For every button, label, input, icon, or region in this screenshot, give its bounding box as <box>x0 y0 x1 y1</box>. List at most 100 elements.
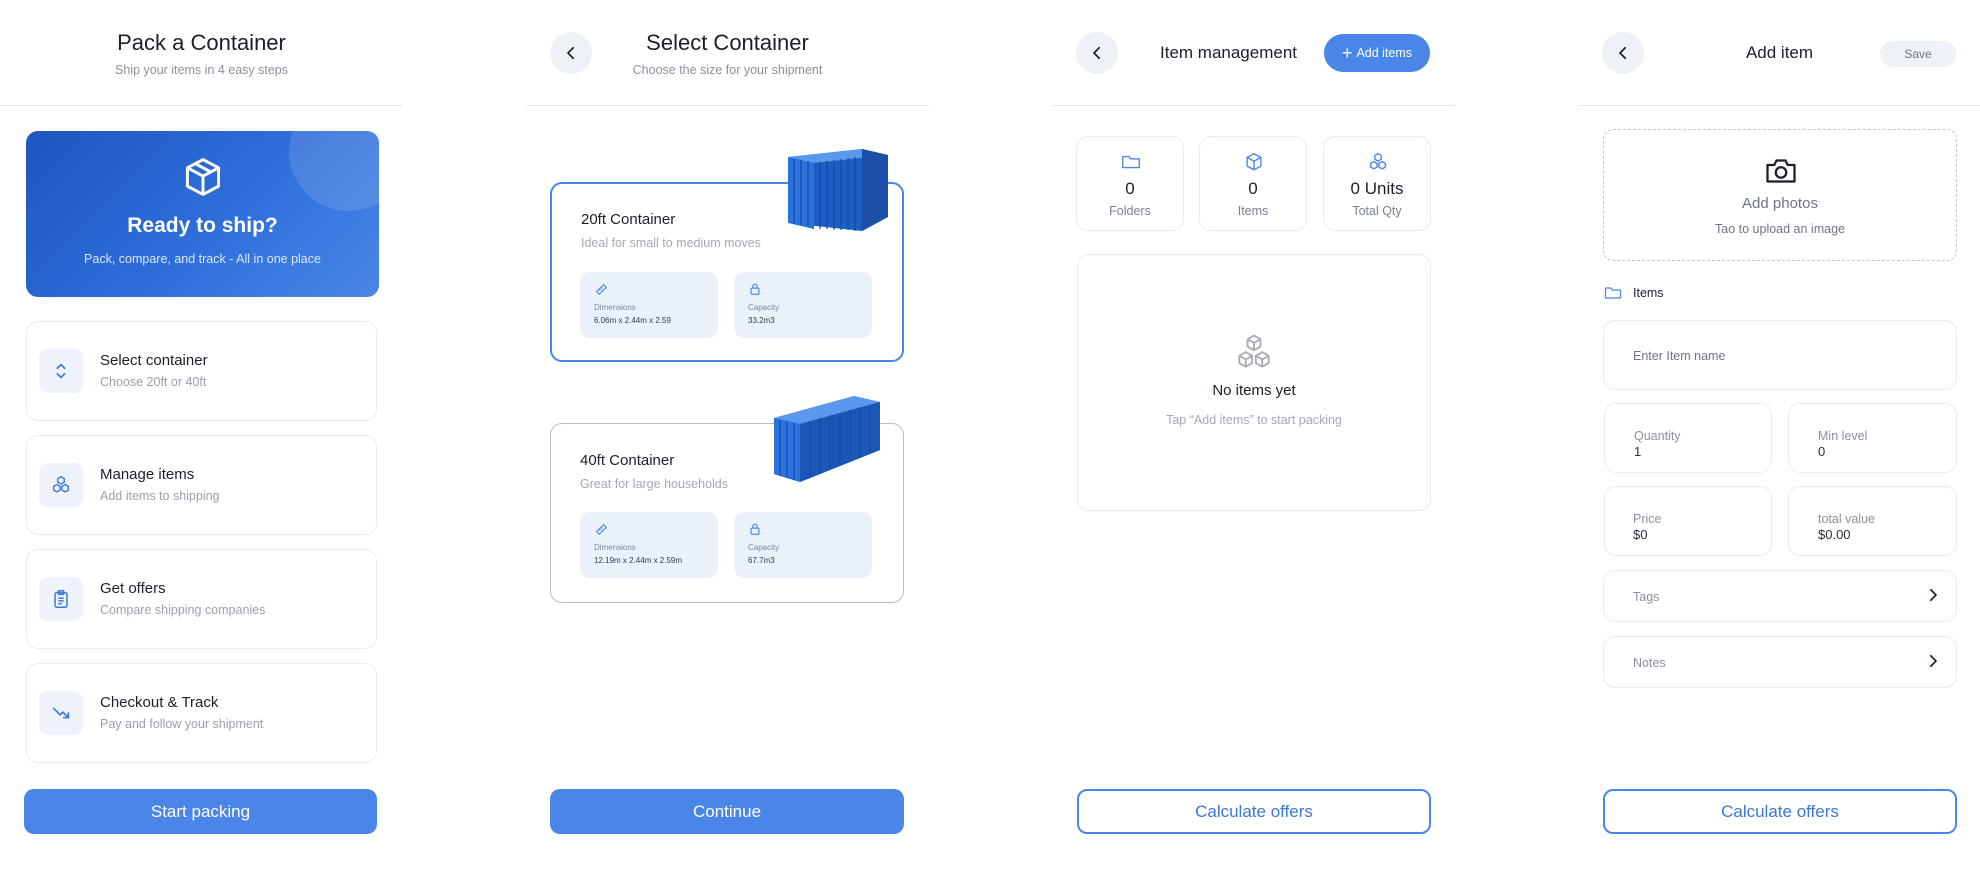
min-level-field[interactable]: Min level 0 <box>1788 403 1957 473</box>
spec-label: Capacity <box>748 543 780 552</box>
calculate-offers-button[interactable]: Calculate offers <box>1077 789 1431 834</box>
stat-items: 0 Items <box>1199 136 1307 231</box>
stat-value: 0 <box>1125 179 1135 198</box>
stat-label: Total Qty <box>1352 204 1402 218</box>
hero-banner: Ready to ship? Pack, compare, and track … <box>26 131 379 297</box>
step-icon-wrap <box>39 691 83 735</box>
upload-subtitle: Tao to upload an image <box>1715 222 1845 236</box>
dimensions-spec: Dimensions 6.06m x 2.44m x 2.59 <box>580 272 718 338</box>
add-items-button[interactable]: + Add items <box>1324 34 1430 72</box>
clipboard-icon <box>54 590 68 608</box>
ruler-icon <box>595 523 608 536</box>
page-title: Item management <box>1160 43 1298 62</box>
spec-label: Dimensions <box>594 543 636 552</box>
step-subtitle: Add items to shipping <box>100 489 220 503</box>
folder-label: Items <box>1633 286 1664 300</box>
camera-icon <box>1766 159 1796 183</box>
screen-pack-container: Pack a Container Ship your items in 4 ea… <box>0 0 403 874</box>
tags-row[interactable]: Tags <box>1603 570 1957 622</box>
total-value-field[interactable]: total value $0.00 <box>1788 486 1957 556</box>
lock-icon <box>750 283 760 295</box>
spec-label: Dimensions <box>594 303 636 312</box>
folder-icon <box>1604 287 1622 299</box>
ruler-icon <box>595 283 608 296</box>
boxes-stack-icon <box>52 476 70 493</box>
step-get-offers[interactable]: Get offers Compare shipping companies <box>26 549 377 649</box>
container-subtitle: Ideal for small to medium moves <box>581 236 761 250</box>
empty-title: No items yet <box>1212 382 1296 399</box>
chevron-right-icon <box>1929 654 1937 668</box>
field-value: $0 <box>1633 527 1648 542</box>
price-field[interactable]: Price $0 <box>1604 486 1772 556</box>
step-icon-wrap <box>39 463 83 507</box>
spec-value: 12.19m x 2.44m x 2.59m <box>594 556 683 565</box>
field-label: Min level <box>1818 429 1868 443</box>
step-manage-items[interactable]: Manage items Add items to shipping <box>26 435 377 535</box>
item-name-placeholder: Enter Item name <box>1633 349 1726 363</box>
empty-subtitle: Tap “Add items” to start packing <box>1166 413 1342 427</box>
page-subtitle: Ship your items in 4 easy steps <box>115 63 288 77</box>
photo-upload-area[interactable]: Add photos Tao to upload an image <box>1603 129 1957 261</box>
boxes-stack-icon <box>1369 153 1387 170</box>
notes-label: Notes <box>1633 656 1666 670</box>
field-value: $0.00 <box>1818 527 1851 542</box>
screen-add-item: Add item Save Add photos Tao to upload a… <box>1578 0 1980 874</box>
screen-select-container: Select Container Choose the size for you… <box>526 0 929 874</box>
tags-label: Tags <box>1633 590 1660 604</box>
field-label: Quantity <box>1634 429 1681 443</box>
box-icon <box>185 158 221 196</box>
step-title: Manage items <box>100 466 195 483</box>
lock-icon <box>750 523 760 535</box>
step-select-container[interactable]: Select container Choose 20ft or 40ft <box>26 321 377 421</box>
step-subtitle: Choose 20ft or 40ft <box>100 375 207 389</box>
notes-row[interactable]: Notes <box>1603 636 1957 688</box>
page-title: Pack a Container <box>117 30 286 55</box>
screen-item-management: Item management + Add items 0 Folders 0 … <box>1052 0 1455 874</box>
save-button[interactable]: Save <box>1880 41 1956 67</box>
trending-arrow-icon <box>52 707 70 719</box>
stat-folders: 0 Folders <box>1076 136 1184 231</box>
container-subtitle: Great for large households <box>580 477 729 491</box>
dimensions-spec: Dimensions 12.19m x 2.44m x 2.59m <box>580 512 718 578</box>
field-label: total value <box>1818 512 1875 526</box>
chevron-left-icon <box>1093 46 1101 60</box>
page-subtitle: Choose the size for your shipment <box>632 63 823 77</box>
continue-button[interactable]: Continue <box>550 789 904 834</box>
quantity-field[interactable]: Quantity 1 <box>1604 403 1772 473</box>
step-icon-wrap <box>39 349 83 393</box>
start-packing-button[interactable]: Start packing <box>24 789 377 834</box>
add-items-label: Add items <box>1356 46 1413 60</box>
field-label: Price <box>1633 512 1662 526</box>
decorative-circle <box>289 131 379 211</box>
step-title: Checkout & Track <box>100 694 219 711</box>
cube-icon <box>1246 153 1262 171</box>
chevron-right-icon <box>1929 588 1937 602</box>
stat-total-qty: 0 Units Total Qty <box>1323 136 1431 231</box>
chevrons-up-down-icon <box>56 363 66 379</box>
step-checkout-track[interactable]: Checkout & Track Pay and follow your shi… <box>26 663 377 763</box>
step-title: Get offers <box>100 580 166 597</box>
stat-value: 0 <box>1248 179 1258 198</box>
calculate-offers-button[interactable]: Calculate offers <box>1603 789 1957 834</box>
stat-label: Folders <box>1109 204 1151 218</box>
container-title: 40ft Container <box>580 452 675 469</box>
step-title: Select container <box>100 352 208 369</box>
spec-value: 67.7m3 <box>748 556 775 565</box>
folder-icon <box>1122 155 1140 169</box>
field-value: 1 <box>1634 444 1642 459</box>
empty-state: No items yet Tap “Add items” to start pa… <box>1077 254 1431 511</box>
capacity-spec: Capacity 67.7m3 <box>734 512 872 578</box>
step-icon-wrap <box>39 577 83 621</box>
header: Add item Save <box>1578 0 1980 106</box>
upload-title: Add photos <box>1742 195 1818 212</box>
page-title: Select Container <box>646 30 809 55</box>
header: Pack a Container Ship your items in 4 ea… <box>0 0 403 106</box>
shipping-container-20ft-image <box>788 149 888 231</box>
header: Select Container Choose the size for you… <box>526 0 929 106</box>
stat-label: Items <box>1237 204 1269 218</box>
hero-title: Ready to ship? <box>127 214 278 237</box>
hero-subtitle: Pack, compare, and track - All in one pl… <box>84 252 321 266</box>
item-name-input[interactable]: Enter Item name <box>1603 320 1957 390</box>
back-button[interactable] <box>1076 32 1118 74</box>
shipping-container-40ft-image <box>774 396 880 482</box>
